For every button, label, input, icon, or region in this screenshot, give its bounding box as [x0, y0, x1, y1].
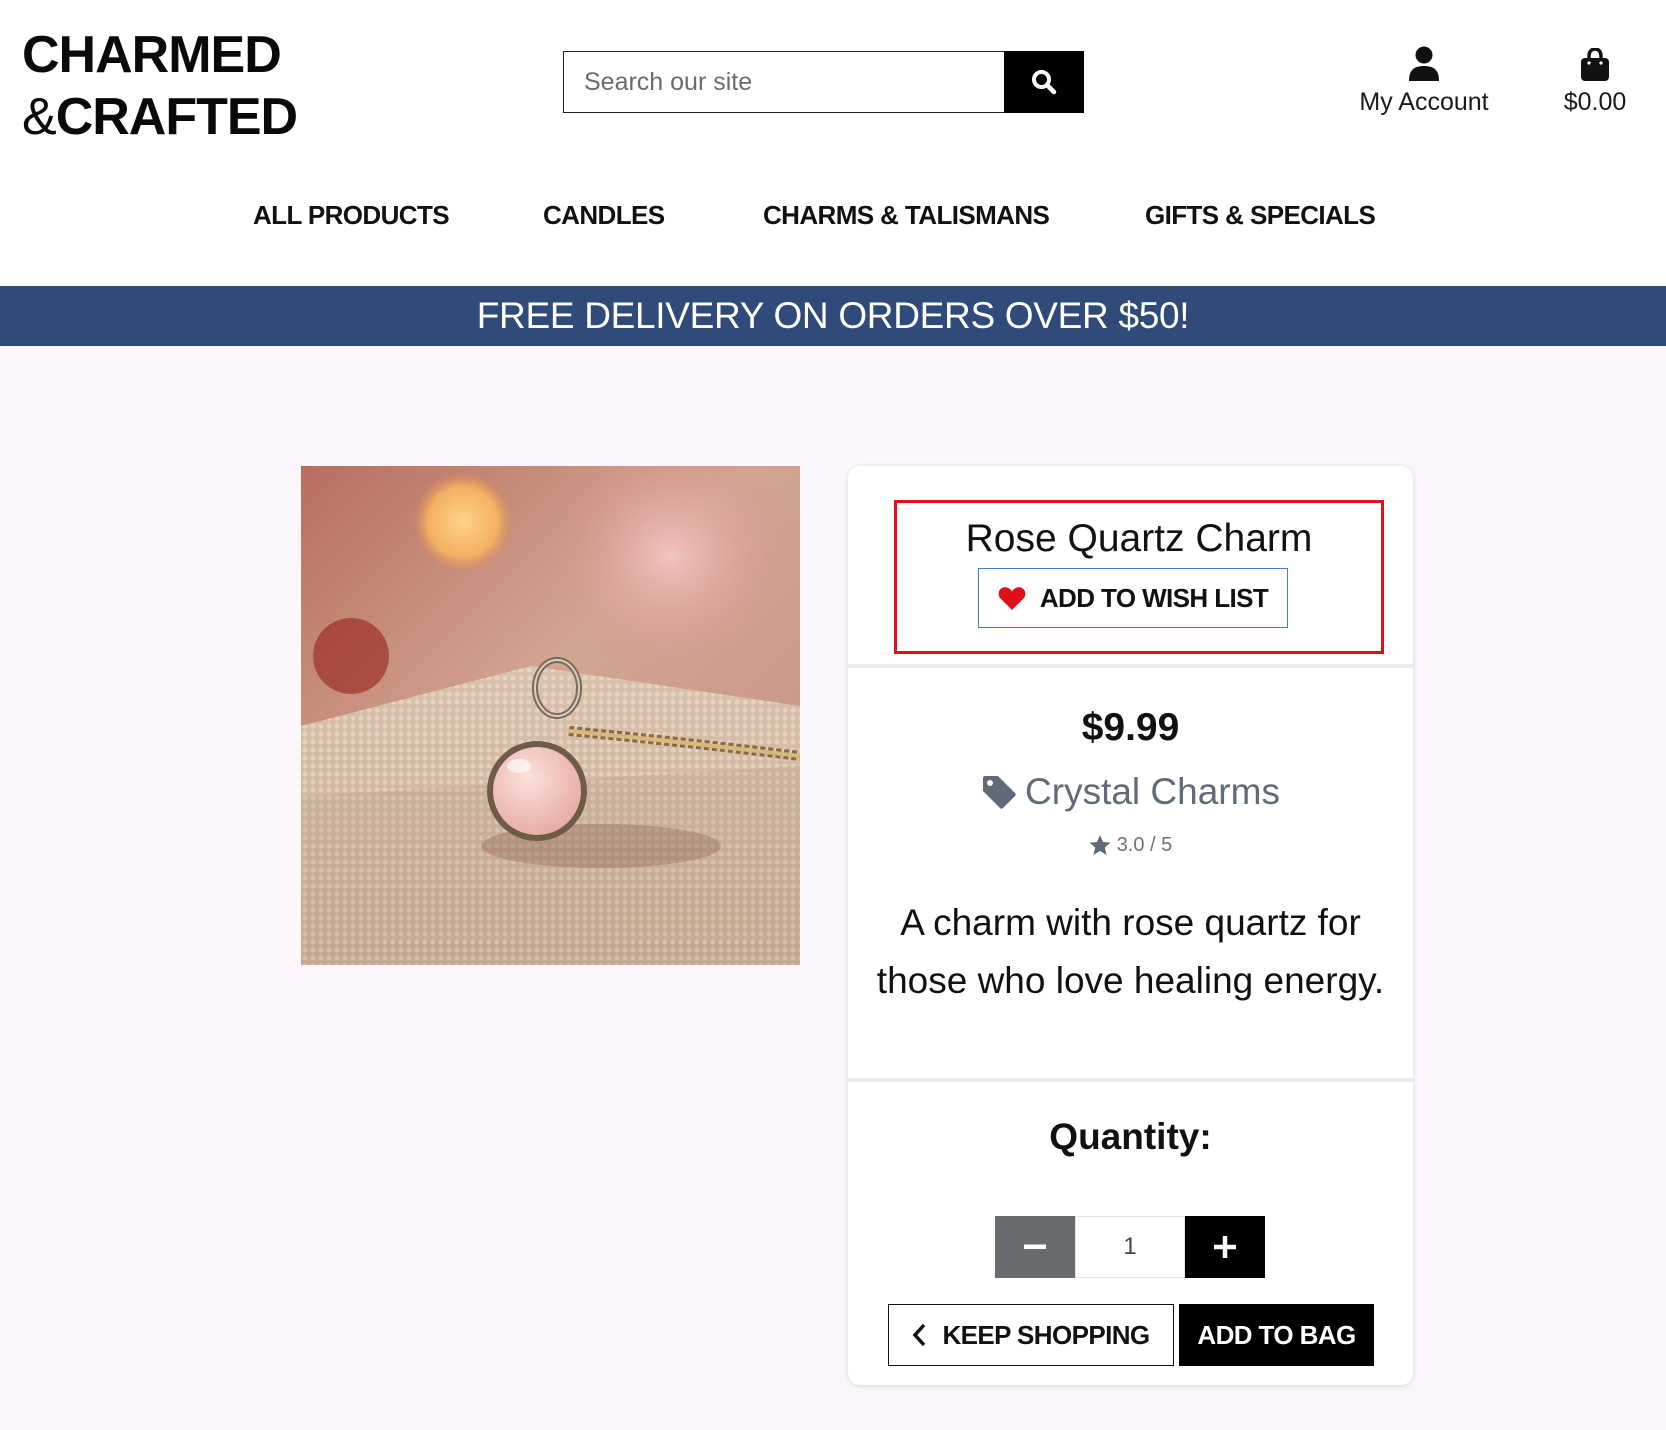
my-account-link[interactable]: My Account: [1350, 42, 1498, 117]
main-nav: ALL PRODUCTS CANDLES CHARMS & TALISMANS …: [0, 200, 1666, 246]
add-to-wish-list-button[interactable]: ADD TO WISH LIST: [978, 568, 1288, 628]
user-icon: [1409, 46, 1439, 81]
search-button[interactable]: [1004, 51, 1084, 113]
quantity-stepper: [995, 1216, 1265, 1278]
logo-crafted: CRAFTED: [55, 88, 298, 146]
tag-icon: [983, 776, 1016, 809]
divider-1: [848, 664, 1413, 668]
increment-quantity-button[interactable]: [1185, 1216, 1265, 1278]
nav-gifts-specials[interactable]: GIFTS & SPECIALS: [1145, 200, 1376, 231]
star-icon: [1089, 835, 1111, 855]
search-icon: [1032, 70, 1057, 95]
product-name: Rose Quartz Charm: [965, 517, 1313, 560]
product-image: [301, 466, 800, 965]
keep-shopping-label: KEEP SHOPPING: [942, 1319, 1150, 1350]
product-price: $9.99: [1081, 706, 1180, 749]
nav-all-products[interactable]: ALL PRODUCTS: [253, 200, 450, 231]
product-details-card: Rose Quartz Charm ADD TO WISH LIST $9.99…: [848, 466, 1413, 1385]
minus-icon: [1024, 1244, 1046, 1249]
heart-icon: [998, 586, 1026, 610]
free-delivery-banner: FREE DELIVERY ON ORDERS OVER $50!: [0, 286, 1666, 346]
rose-quartz-charm-photo: [301, 466, 800, 965]
plus-icon: [1214, 1236, 1236, 1258]
logo-ampersand: &: [22, 88, 57, 146]
search-input[interactable]: [563, 51, 1004, 113]
logo-line-2: &CRAFTED: [22, 86, 298, 148]
nav-candles[interactable]: CANDLES: [543, 200, 665, 231]
product-category-link[interactable]: Crystal Charms: [848, 771, 1413, 813]
wish-list-label: ADD TO WISH LIST: [1039, 582, 1269, 613]
bag-icon-wrap: [1550, 42, 1640, 82]
quantity-label: Quantity:: [1049, 1116, 1212, 1157]
logo-line-1: CHARMED: [22, 26, 282, 84]
category-label: Crystal Charms: [1025, 771, 1280, 812]
search-form: [563, 51, 1084, 113]
product-rating: 3.0 / 5: [848, 834, 1413, 857]
shopping-bag-icon: [1581, 48, 1609, 81]
keep-shopping-button[interactable]: KEEP SHOPPING: [888, 1304, 1174, 1366]
divider-2: [848, 1078, 1413, 1082]
title-highlight-box: Rose Quartz Charm ADD TO WISH LIST: [894, 500, 1384, 654]
decrement-quantity-button[interactable]: [995, 1216, 1075, 1278]
my-account-label: My Account: [1359, 88, 1489, 116]
user-icon-wrap: [1350, 42, 1498, 82]
chevron-left-icon: [913, 1323, 926, 1347]
site-logo[interactable]: CHARMED &CRAFTED: [22, 24, 298, 148]
cart-link[interactable]: $0.00: [1550, 42, 1640, 117]
rating-value: 3.0 / 5: [1116, 834, 1173, 856]
quantity-input[interactable]: [1075, 1216, 1185, 1278]
cart-total: $0.00: [1563, 88, 1627, 116]
nav-charms-talismans[interactable]: CHARMS & TALISMANS: [763, 200, 1050, 231]
site-header: CHARMED &CRAFTED My Account: [0, 0, 1666, 286]
add-to-bag-button[interactable]: ADD TO BAG: [1179, 1304, 1374, 1366]
product-description: A charm with rose quartz for those who l…: [876, 902, 1385, 1001]
